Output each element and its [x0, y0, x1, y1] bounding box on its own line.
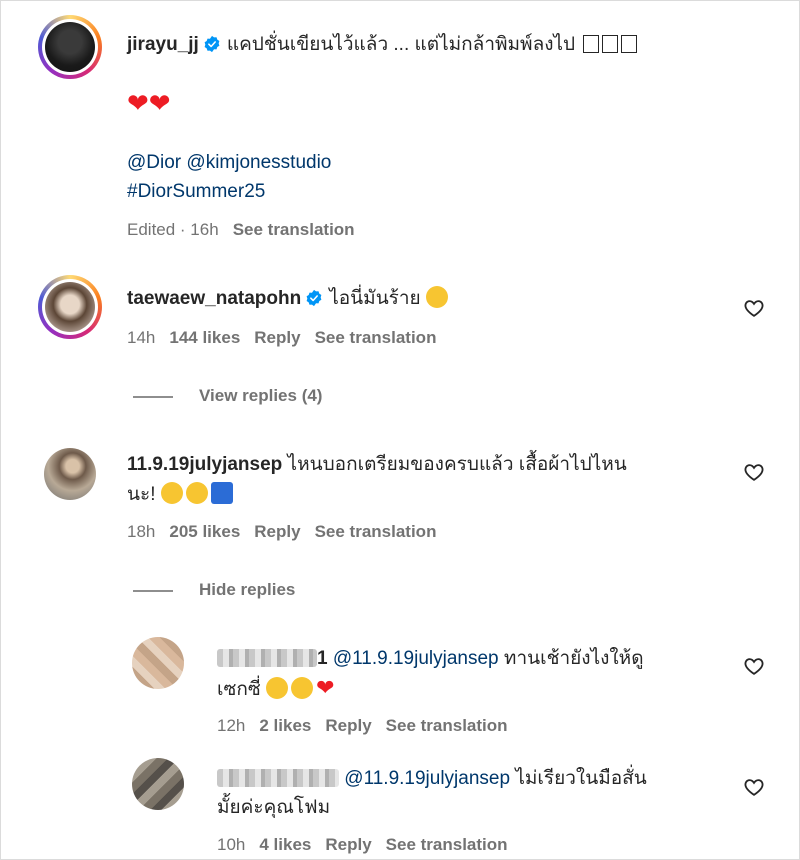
reply-button[interactable]: Reply: [325, 716, 371, 735]
comment-line: taewaew_natapohn ไอนี่มันร้าย: [127, 284, 451, 314]
comment-time: 14h: [127, 328, 156, 347]
comment-username[interactable]: 11.9.19julyjansep: [127, 454, 282, 475]
verified-badge-icon: [204, 35, 220, 53]
smiling-hearts-emoji-icon: [425, 286, 448, 308]
post-author-avatar[interactable]: [38, 15, 102, 79]
see-translation-button[interactable]: See translation: [315, 328, 437, 347]
smiling-hearts-emoji-icon: [291, 677, 314, 699]
comment-text: ไหนบอกเตรียมของครบแล้ว เสื้อผ้าไปไหน: [287, 454, 627, 475]
reply-line: 1 @11.9.19julyjansep ทานเช้ายังไงให้ดู: [217, 644, 644, 674]
replies-divider: [133, 396, 173, 398]
comment-line-2: นะ!: [127, 480, 236, 510]
caption-boxes: [580, 34, 638, 55]
comment-time: 18h: [127, 522, 156, 541]
comment-line: 11.9.19julyjansep ไหนบอกเตรียมของครบแล้ว…: [127, 450, 627, 480]
expressionless-emoji-icon: [160, 482, 183, 504]
likes-count[interactable]: 2 likes: [259, 716, 311, 735]
reply-meta: 12h 2 likes Reply See translation: [217, 716, 522, 736]
reply-avatar[interactable]: [132, 637, 184, 689]
caption-hashtag[interactable]: #DiorSummer25: [127, 177, 265, 207]
reply-line-2: มั้ยค่ะคุณโฟม: [217, 793, 330, 823]
comment-text: ไอนี่มันร้าย: [329, 288, 421, 309]
see-translation-button[interactable]: See translation: [233, 220, 355, 239]
reply-button[interactable]: Reply: [254, 522, 300, 541]
post-username[interactable]: jirayu_jj: [127, 34, 199, 55]
caption-hearts: ❤❤: [127, 88, 171, 118]
reply-mention[interactable]: @11.9.19julyjansep: [344, 768, 510, 789]
edited-time: Edited · 16h: [127, 220, 219, 239]
reply-button[interactable]: Reply: [325, 835, 371, 854]
blurred-username: [217, 769, 339, 787]
like-heart-icon[interactable]: [743, 776, 765, 798]
reply-time: 12h: [217, 716, 246, 735]
like-heart-icon[interactable]: [743, 297, 765, 319]
reply-time: 10h: [217, 835, 246, 854]
reply-mention[interactable]: @11.9.19julyjansep: [333, 648, 499, 669]
red-heart-icon: ❤: [316, 675, 335, 700]
reply-line-2: เซกซี่ ❤: [217, 673, 335, 705]
reply-text: ไม่เรียวในมือสั่น: [515, 768, 647, 789]
reply-text-2: เซกซี่: [217, 679, 261, 700]
left-right-arrow-icon: [210, 482, 233, 504]
view-replies-button[interactable]: View replies (4): [199, 386, 322, 406]
see-translation-button[interactable]: See translation: [386, 835, 508, 854]
reply-avatar[interactable]: [132, 758, 184, 810]
smiling-emoji-icon: [185, 482, 208, 504]
likes-count[interactable]: 205 likes: [169, 522, 240, 541]
comment-meta: 18h 205 likes Reply See translation: [127, 522, 450, 542]
reply-meta: 10h 4 likes Reply See translation: [217, 835, 522, 855]
caption-mentions[interactable]: @Dior @kimjonesstudio: [127, 148, 331, 178]
comment-username[interactable]: taewaew_natapohn: [127, 288, 301, 309]
likes-count[interactable]: 4 likes: [259, 835, 311, 854]
caption-line: jirayu_jj แคปชั่นเขียนไว้แล้ว ... แต่ไม่ก…: [127, 30, 638, 60]
verified-badge-icon: [306, 289, 322, 307]
reply-text-2: มั้ยค่ะคุณโฟม: [217, 797, 331, 818]
like-heart-icon[interactable]: [743, 461, 765, 483]
reply-line: @11.9.19julyjansep ไม่เรียวในมือสั่น: [217, 764, 647, 794]
reply-button[interactable]: Reply: [254, 328, 300, 347]
comment-text-2: นะ!: [127, 484, 156, 505]
replies-divider: [133, 590, 173, 592]
comment-avatar[interactable]: [44, 448, 96, 500]
comment-avatar[interactable]: [38, 275, 102, 339]
reply-username-suffix[interactable]: 1: [317, 648, 328, 669]
reply-text: ทานเช้ายังไงให้ดู: [503, 648, 644, 669]
comment-meta: 14h 144 likes Reply See translation: [127, 328, 450, 348]
likes-count[interactable]: 144 likes: [169, 328, 240, 347]
caption-meta: Edited · 16h See translation: [127, 220, 369, 240]
hide-replies-button[interactable]: Hide replies: [199, 580, 295, 600]
caption-text: แคปชั่นเขียนไว้แล้ว ... แต่ไม่กล้าพิมพ์ล…: [226, 34, 576, 55]
see-translation-button[interactable]: See translation: [386, 716, 508, 735]
yum-emoji-icon: [266, 677, 289, 699]
see-translation-button[interactable]: See translation: [315, 522, 437, 541]
blurred-username: [217, 649, 317, 667]
like-heart-icon[interactable]: [743, 655, 765, 677]
